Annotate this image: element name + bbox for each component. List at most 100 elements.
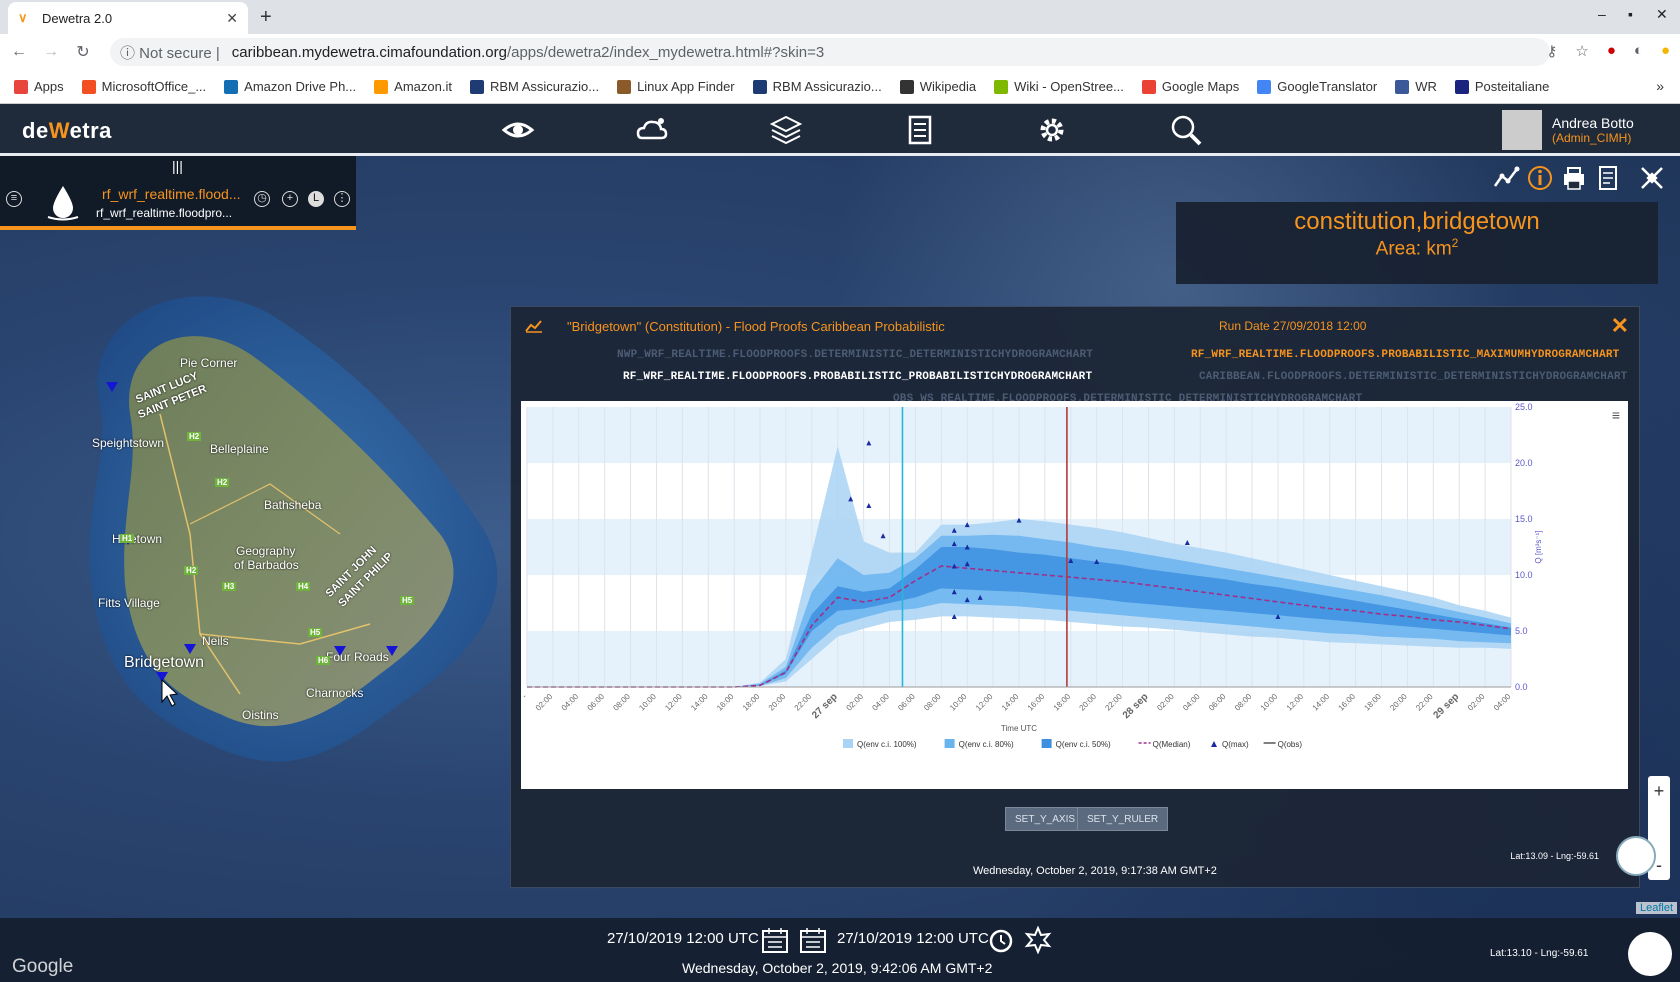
menu-icon[interactable]: ≡ [6, 191, 22, 207]
bookmark-item[interactable]: RBM Assicurazio... [469, 79, 600, 94]
x-tick-label: 06:00 [586, 692, 607, 713]
station-marker[interactable] [386, 646, 398, 656]
bookmark-item[interactable]: WR [1395, 79, 1437, 94]
bookmark-favicon-icon [1141, 79, 1156, 94]
bookmarks-overflow-icon[interactable]: » [1656, 78, 1664, 94]
bookmark-label: WR [1415, 79, 1437, 94]
x-tick-label: 14:00 [1000, 692, 1021, 713]
y-axis-title: Q [m³s⁻¹] [1534, 530, 1543, 563]
x-tick-label: 04:00 [1492, 692, 1513, 713]
extension-icon[interactable]: ● [1661, 42, 1670, 60]
tab-maximum-hydrogram[interactable]: RF_WRF_REALTIME.FLOODPROOFS.PROBABILISTI… [1191, 349, 1619, 361]
set-y-ruler-button[interactable]: SET_Y_RULER [1077, 807, 1169, 831]
bookmark-item[interactable]: RBM Assicurazio... [752, 79, 882, 94]
legend-swatch [1211, 741, 1217, 747]
eye-icon[interactable] [500, 112, 536, 148]
bookmark-label: Wiki - OpenStree... [1014, 79, 1124, 94]
road-marker: H5 [400, 596, 415, 605]
zoom-icon[interactable]: + [282, 191, 298, 207]
security-indicator[interactable]: ⓘ Not secure | [120, 42, 220, 63]
x-tick-label: 10:00 [1259, 692, 1280, 713]
profile-icon[interactable]: ◐ [1634, 42, 1643, 60]
minimize-icon[interactable]: – [1598, 6, 1606, 22]
bookmark-label: RBM Assicurazio... [489, 79, 600, 94]
station-marker[interactable] [106, 382, 118, 392]
forward-icon[interactable]: → [38, 43, 64, 61]
reload-icon[interactable]: ↻ [70, 42, 96, 62]
bookmark-favicon-icon [1257, 79, 1272, 94]
maximize-icon[interactable]: ▪ [1628, 6, 1633, 22]
browser-tab-bar: ∨ Dewetra 2.0 ✕ + – ▪ ✕ [0, 0, 1680, 34]
bookmark-item[interactable]: Google Maps [1141, 79, 1239, 94]
google-logo: Google [12, 956, 74, 977]
bookmark-label: Apps [34, 79, 64, 94]
new-tab-button[interactable]: + [260, 6, 272, 29]
chart-tool-icon[interactable] [1492, 164, 1520, 192]
bookmarks-bar: Apps MicrosoftOffice_... Amazon Drive Ph..… [0, 70, 1680, 104]
legend-icon[interactable]: L [308, 191, 324, 207]
info-icon[interactable]: ⋮ [334, 191, 350, 207]
satellite-icon[interactable] [1638, 164, 1666, 192]
bookmark-item[interactable]: MicrosoftOffice_... [81, 79, 206, 94]
legend-label: Q(env c.i. 50%) [1056, 740, 1111, 749]
close-window-icon[interactable]: ✕ [1656, 6, 1668, 23]
x-tick-label: 02:00 [845, 692, 866, 713]
station-marker[interactable] [184, 644, 196, 654]
back-icon[interactable]: ← [6, 43, 32, 61]
x-tick-label: 20:00 [1078, 692, 1099, 713]
x-tick-label: 04:00 [1181, 692, 1202, 713]
tab-deterministic[interactable]: NWP_WRF_REALTIME.FLOODPROOFS.DETERMINIST… [617, 349, 1093, 361]
document-icon[interactable] [902, 112, 938, 148]
bookmark-favicon-icon [752, 79, 767, 94]
x-tick-label: 27 sep [810, 691, 840, 721]
adblock-icon[interactable]: ● [1607, 42, 1616, 60]
drag-handle-icon[interactable]: ||| [172, 158, 183, 174]
report-icon[interactable] [1594, 164, 1622, 192]
bookmark-favicon-icon [469, 79, 484, 94]
search-globe-icon[interactable] [1168, 112, 1204, 148]
leaflet-attribution[interactable]: Leaflet [1636, 902, 1678, 914]
tab-probabilistic-hydrogram[interactable]: RF_WRF_REALTIME.FLOODPROOFS.PROBABILISTI… [623, 371, 1092, 383]
road-marker: H2 [215, 478, 230, 487]
browser-tab[interactable]: ∨ Dewetra 2.0 ✕ [8, 2, 248, 34]
bookmark-item[interactable]: Posteitaliane [1454, 79, 1549, 94]
calendar-from-icon[interactable] [760, 926, 790, 954]
bookmark-item[interactable]: Linux App Finder [617, 79, 735, 94]
x-tick-label: 02:00 [1466, 692, 1487, 713]
cimh-logo [1616, 836, 1656, 876]
set-y-axis-button[interactable]: SET_Y_AXIS [1005, 807, 1086, 831]
hydrogram-chart[interactable]: 0.0 5.0 10.0 15.0 20.0 25.0-02:00 04:00 06:00 08… [520, 401, 1628, 789]
tab-caribbean-deterministic[interactable]: CARIBBEAN.FLOODPROOFS.DETERMINISTIC_DETE… [1199, 371, 1627, 383]
x-tick-label: 18:00 [1362, 692, 1383, 713]
bookmark-item[interactable]: Wikipedia [899, 79, 976, 94]
user-role: (Admin_CIMH) [1552, 131, 1632, 145]
bookmark-item[interactable]: Amazon.it [374, 79, 452, 94]
layer-name[interactable]: rf_wrf_realtime.flood... [102, 186, 252, 202]
user-menu[interactable]: Andrea Botto (Admin_CIMH) [1502, 108, 1672, 152]
bookmark-item[interactable]: GoogleTranslator [1257, 79, 1377, 94]
clock-icon[interactable] [988, 928, 1014, 954]
snowflake-icon[interactable] [1024, 926, 1052, 954]
print-icon[interactable] [1560, 164, 1588, 192]
clock-icon[interactable]: ◷ [254, 191, 270, 207]
layers-icon[interactable] [768, 112, 804, 148]
x-tick-label: 14:00 [689, 692, 710, 713]
url-input[interactable]: ⓘ Not secure | caribbean.mydewetra.cimaf… [110, 38, 1550, 66]
bookmark-item[interactable]: Apps [14, 79, 64, 94]
user-name: Andrea Botto [1552, 115, 1634, 131]
bookmark-favicon-icon [14, 79, 28, 94]
close-tab-icon[interactable]: ✕ [226, 10, 238, 27]
y-tick-label: 10.0 [1515, 570, 1533, 580]
bookmark-item[interactable]: Wiki - OpenStree... [994, 79, 1124, 94]
station-marker[interactable] [334, 646, 346, 656]
close-icon[interactable]: ✕ [1611, 313, 1629, 339]
zoom-in-button[interactable]: + [1648, 776, 1670, 806]
calendar-to-icon[interactable] [798, 926, 828, 954]
settings-gear-icon[interactable] [1034, 112, 1070, 148]
chart-menu-icon[interactable]: ≡ [1612, 407, 1620, 423]
weather-icon[interactable] [634, 112, 670, 148]
star-icon[interactable]: ☆ [1575, 42, 1588, 60]
info-circle-icon[interactable] [1526, 164, 1554, 192]
key-icon[interactable]: ⚷ [1546, 42, 1557, 60]
bookmark-item[interactable]: Amazon Drive Ph... [224, 79, 356, 94]
